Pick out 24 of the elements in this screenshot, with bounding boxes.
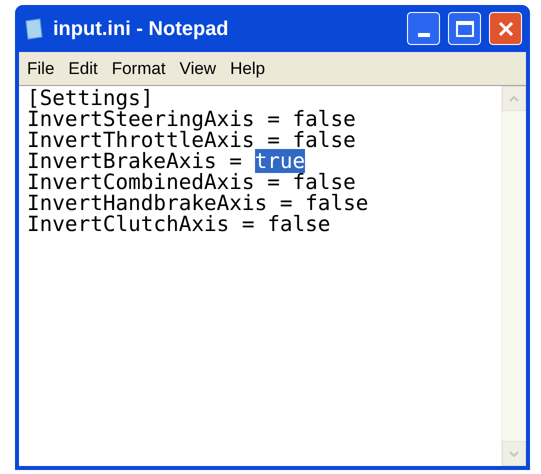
minimize-icon bbox=[418, 33, 430, 37]
setting-value: false bbox=[267, 212, 330, 236]
maximize-icon bbox=[456, 20, 474, 36]
maximize-button[interactable] bbox=[448, 12, 481, 45]
window-title: input.ini - Notepad bbox=[53, 16, 230, 42]
close-button[interactable] bbox=[489, 12, 522, 45]
setting-value: false bbox=[292, 107, 356, 131]
menu-item[interactable]: Edit bbox=[68, 56, 98, 82]
section-header: [Settings] bbox=[27, 86, 154, 110]
setting-value: false bbox=[305, 191, 368, 215]
menu-item[interactable]: Help bbox=[230, 56, 266, 82]
setting-value: false bbox=[292, 170, 356, 194]
menu-item[interactable]: File bbox=[27, 56, 54, 82]
minimize-button[interactable] bbox=[407, 12, 440, 45]
setting-key: InvertCombinedAxis = bbox=[27, 170, 293, 194]
notepad-icon bbox=[23, 16, 45, 40]
setting-key: InvertHandbrakeAxis = bbox=[27, 191, 306, 215]
menu-item[interactable]: Format bbox=[112, 56, 166, 82]
setting-value: false bbox=[292, 128, 356, 152]
setting-key: InvertClutchAxis = bbox=[27, 212, 268, 236]
menu-item[interactable]: View bbox=[180, 56, 216, 82]
close-icon bbox=[498, 20, 514, 36]
selected-text: true bbox=[254, 149, 306, 173]
setting-key: InvertBrakeAxis = bbox=[27, 149, 255, 173]
